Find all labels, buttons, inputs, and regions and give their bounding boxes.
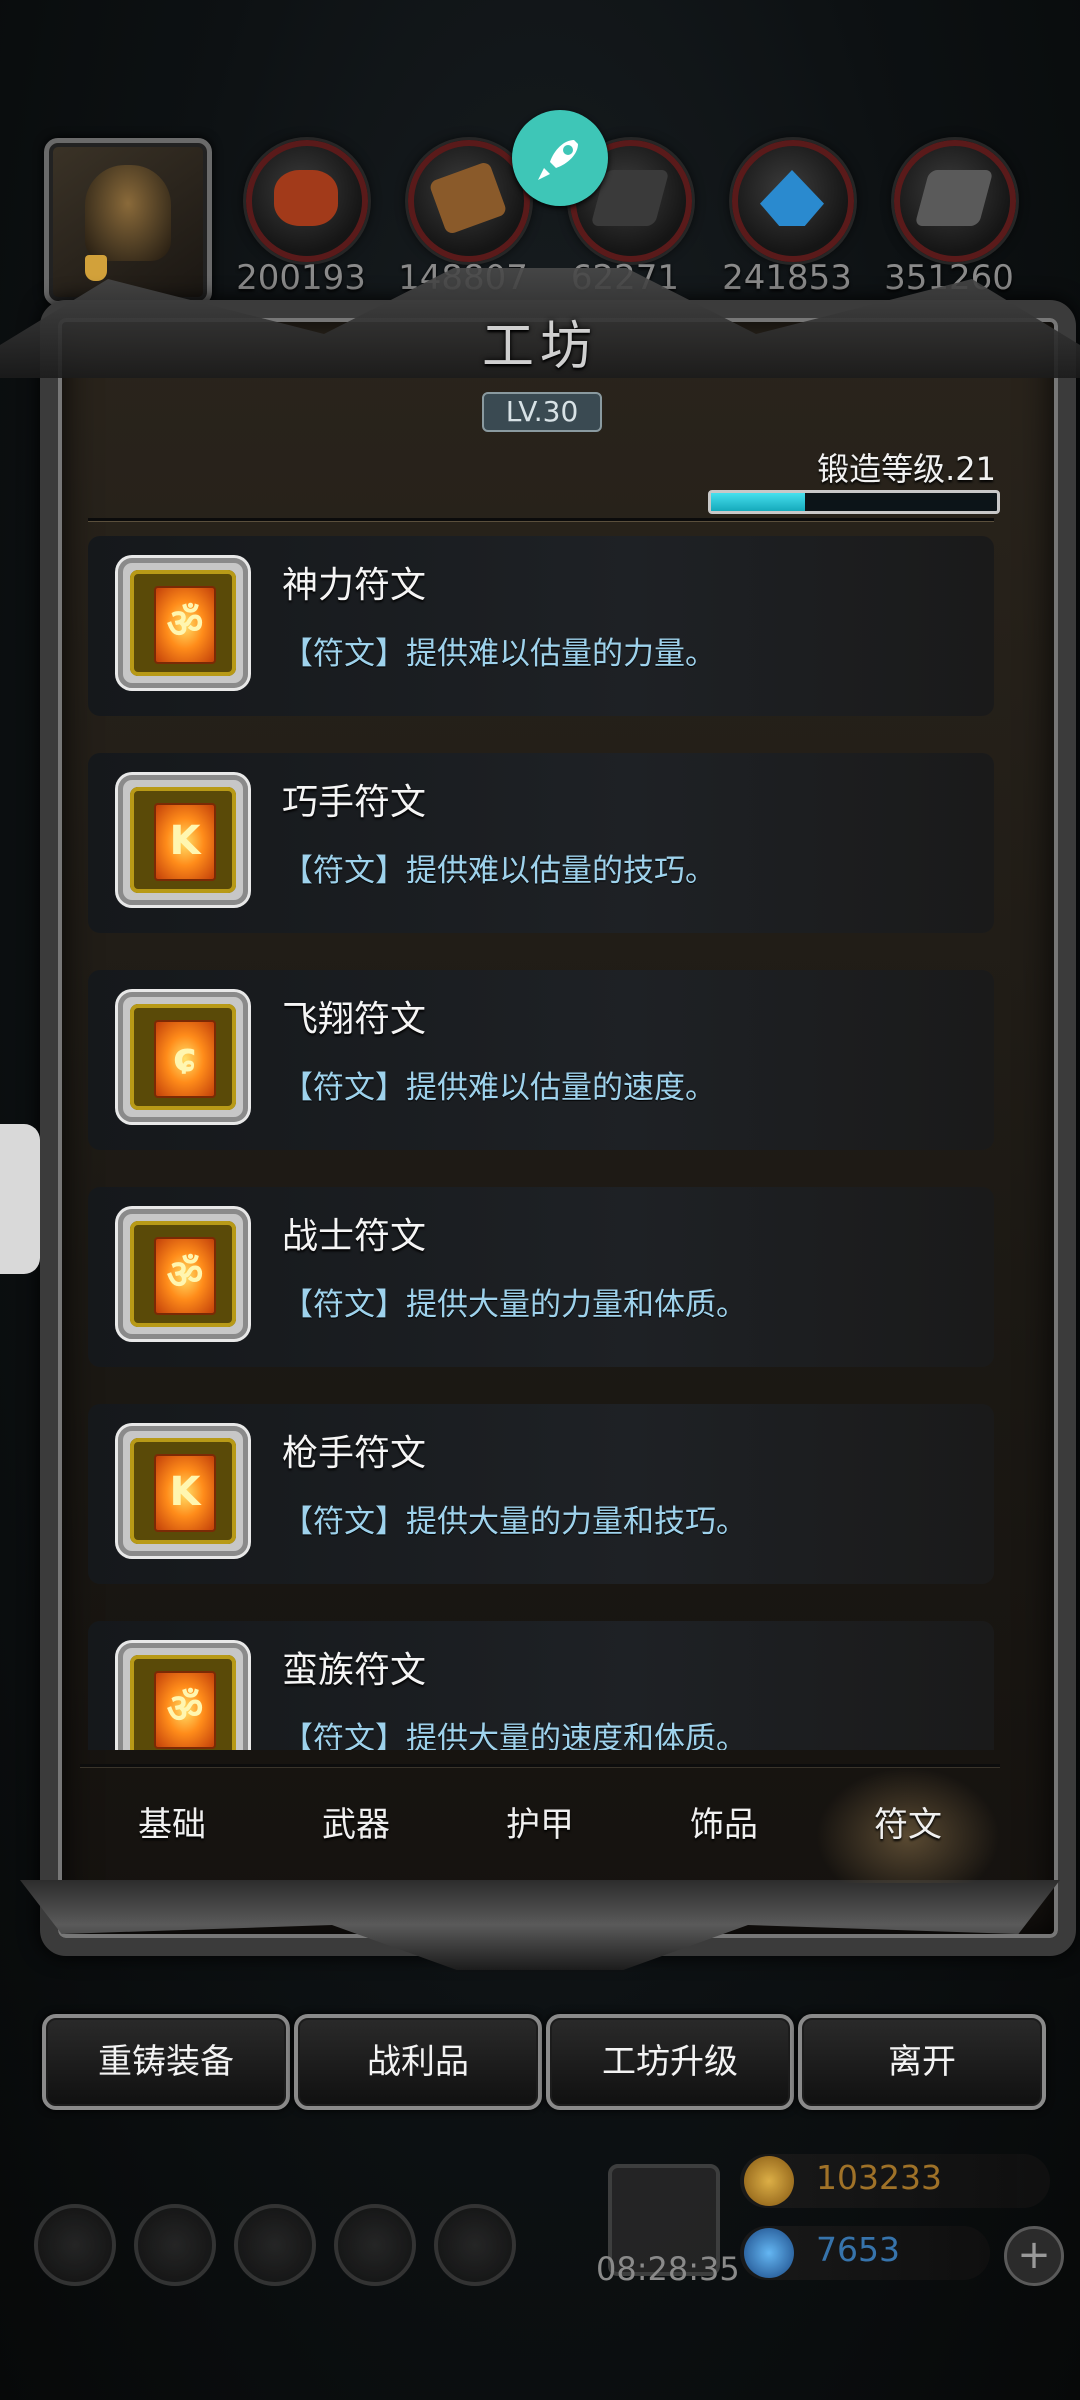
tab-basic[interactable]: 基础: [80, 1767, 264, 1883]
rune-icon: K: [154, 1454, 216, 1532]
rune-icon-frame: K: [118, 775, 248, 905]
rune-icon: ɕ: [154, 1020, 216, 1098]
gold-display: 103233: [740, 2154, 1050, 2208]
gold-amount: 103233: [816, 2158, 942, 2197]
workshop-level-badge: LV.30: [482, 392, 602, 432]
rune-icon-frame: ॐ: [118, 1209, 248, 1339]
rune-icon-frame: ॐ: [118, 1643, 248, 1750]
rune-icon-frame: K: [118, 1426, 248, 1556]
star-icon[interactable]: [134, 2204, 216, 2286]
rune-description: 【符文】提供大量的速度和体质。: [282, 1721, 747, 1750]
rune-item[interactable]: K 枪手符文 【符文】提供大量的力量和技巧。: [88, 1404, 994, 1584]
rune-description: 【符文】提供大量的力量和技巧。: [282, 1504, 747, 1540]
crystal-graphic: [760, 170, 824, 226]
rune-icon-frame: ɕ: [118, 992, 248, 1122]
rune-list[interactable]: ॐ 神力符文 【符文】提供难以估量的力量。 K 巧手符文 【符文】提供难以估量的…: [88, 536, 994, 1750]
rune-name: 神力符文: [282, 565, 427, 606]
gem-display: 7653: [740, 2226, 990, 2280]
steel-graphic: [914, 170, 994, 226]
rocket-boost-button[interactable]: [512, 110, 608, 206]
rune-icon-frame: ॐ: [118, 558, 248, 688]
mail-icon[interactable]: [334, 2204, 416, 2286]
rune-icon: ॐ: [154, 1237, 216, 1315]
rune-icon: K: [154, 803, 216, 881]
rune-name: 蛮族符文: [282, 1650, 427, 1691]
crystal-icon[interactable]: [732, 140, 854, 262]
rune-description: 【符文】提供难以估量的速度。: [282, 1070, 716, 1106]
rune-item[interactable]: K 巧手符文 【符文】提供难以估量的技巧。: [88, 753, 994, 933]
settings-gear-icon[interactable]: [34, 2204, 116, 2286]
forge-level-label: 锻造等级.21: [817, 450, 996, 488]
rocket-icon: [538, 140, 578, 180]
leave-button[interactable]: 离开: [798, 2014, 1046, 2110]
forge-progress-bar: [708, 490, 1000, 514]
shop-icon[interactable]: [234, 2204, 316, 2286]
rune-item[interactable]: ॐ 神力符文 【符文】提供难以估量的力量。: [88, 536, 994, 716]
meat-graphic: [274, 170, 338, 226]
hooded-hero-avatar: [85, 165, 171, 261]
add-currency-button[interactable]: +: [1004, 2226, 1064, 2286]
workshop-title: 工坊: [481, 317, 598, 377]
category-tabs: 基础 武器 护甲 饰品 符文: [80, 1764, 1000, 1883]
rune-description: 【符文】提供大量的力量和体质。: [282, 1287, 747, 1323]
meat-icon[interactable]: [246, 140, 368, 262]
rune-item[interactable]: ॐ 战士符文 【符文】提供大量的力量和体质。: [88, 1187, 994, 1367]
rune-name: 巧手符文: [282, 782, 427, 823]
gold-coin-icon: [744, 2156, 794, 2206]
forge-progress-fill: [711, 493, 806, 511]
workshop-upgrade-button[interactable]: 工坊升级: [546, 2014, 794, 2110]
rune-item[interactable]: ɕ 飞翔符文 【符文】提供难以估量的速度。: [88, 970, 994, 1150]
side-drawer-handle[interactable]: [0, 1124, 40, 1274]
steel-icon[interactable]: [894, 140, 1016, 262]
rune-name: 飞翔符文: [282, 999, 427, 1040]
tab-runes[interactable]: 符文: [816, 1767, 1000, 1883]
header-divider: [88, 518, 994, 521]
rune-name: 战士符文: [282, 1216, 427, 1257]
reforge-equipment-button[interactable]: 重铸装备: [42, 2014, 290, 2110]
rune-icon: ॐ: [154, 586, 216, 664]
panel-bottom-ornament: [20, 1880, 1060, 1970]
rune-item[interactable]: ॐ 蛮族符文 【符文】提供大量的速度和体质。: [88, 1621, 994, 1750]
gift-timer: 08:28:35: [596, 2250, 740, 2288]
gem-icon: [744, 2228, 794, 2278]
gem-amount: 7653: [816, 2230, 900, 2269]
loot-button[interactable]: 战利品: [294, 2014, 542, 2110]
guild-icon[interactable]: [434, 2204, 516, 2286]
player-portrait[interactable]: [44, 138, 212, 306]
rune-description: 【符文】提供难以估量的技巧。: [282, 853, 716, 889]
crystal-count: 241853: [722, 258, 852, 298]
tab-accessories[interactable]: 饰品: [632, 1767, 816, 1883]
rune-name: 枪手符文: [282, 1433, 427, 1474]
rune-icon: ॐ: [154, 1671, 216, 1749]
trophy-icon: [85, 255, 107, 281]
tab-armor[interactable]: 护甲: [448, 1767, 632, 1883]
rune-description: 【符文】提供难以估量的力量。: [282, 636, 716, 672]
meat-count: 200193: [236, 258, 366, 298]
tab-weapons[interactable]: 武器: [264, 1767, 448, 1883]
wood-graphic: [428, 160, 508, 236]
